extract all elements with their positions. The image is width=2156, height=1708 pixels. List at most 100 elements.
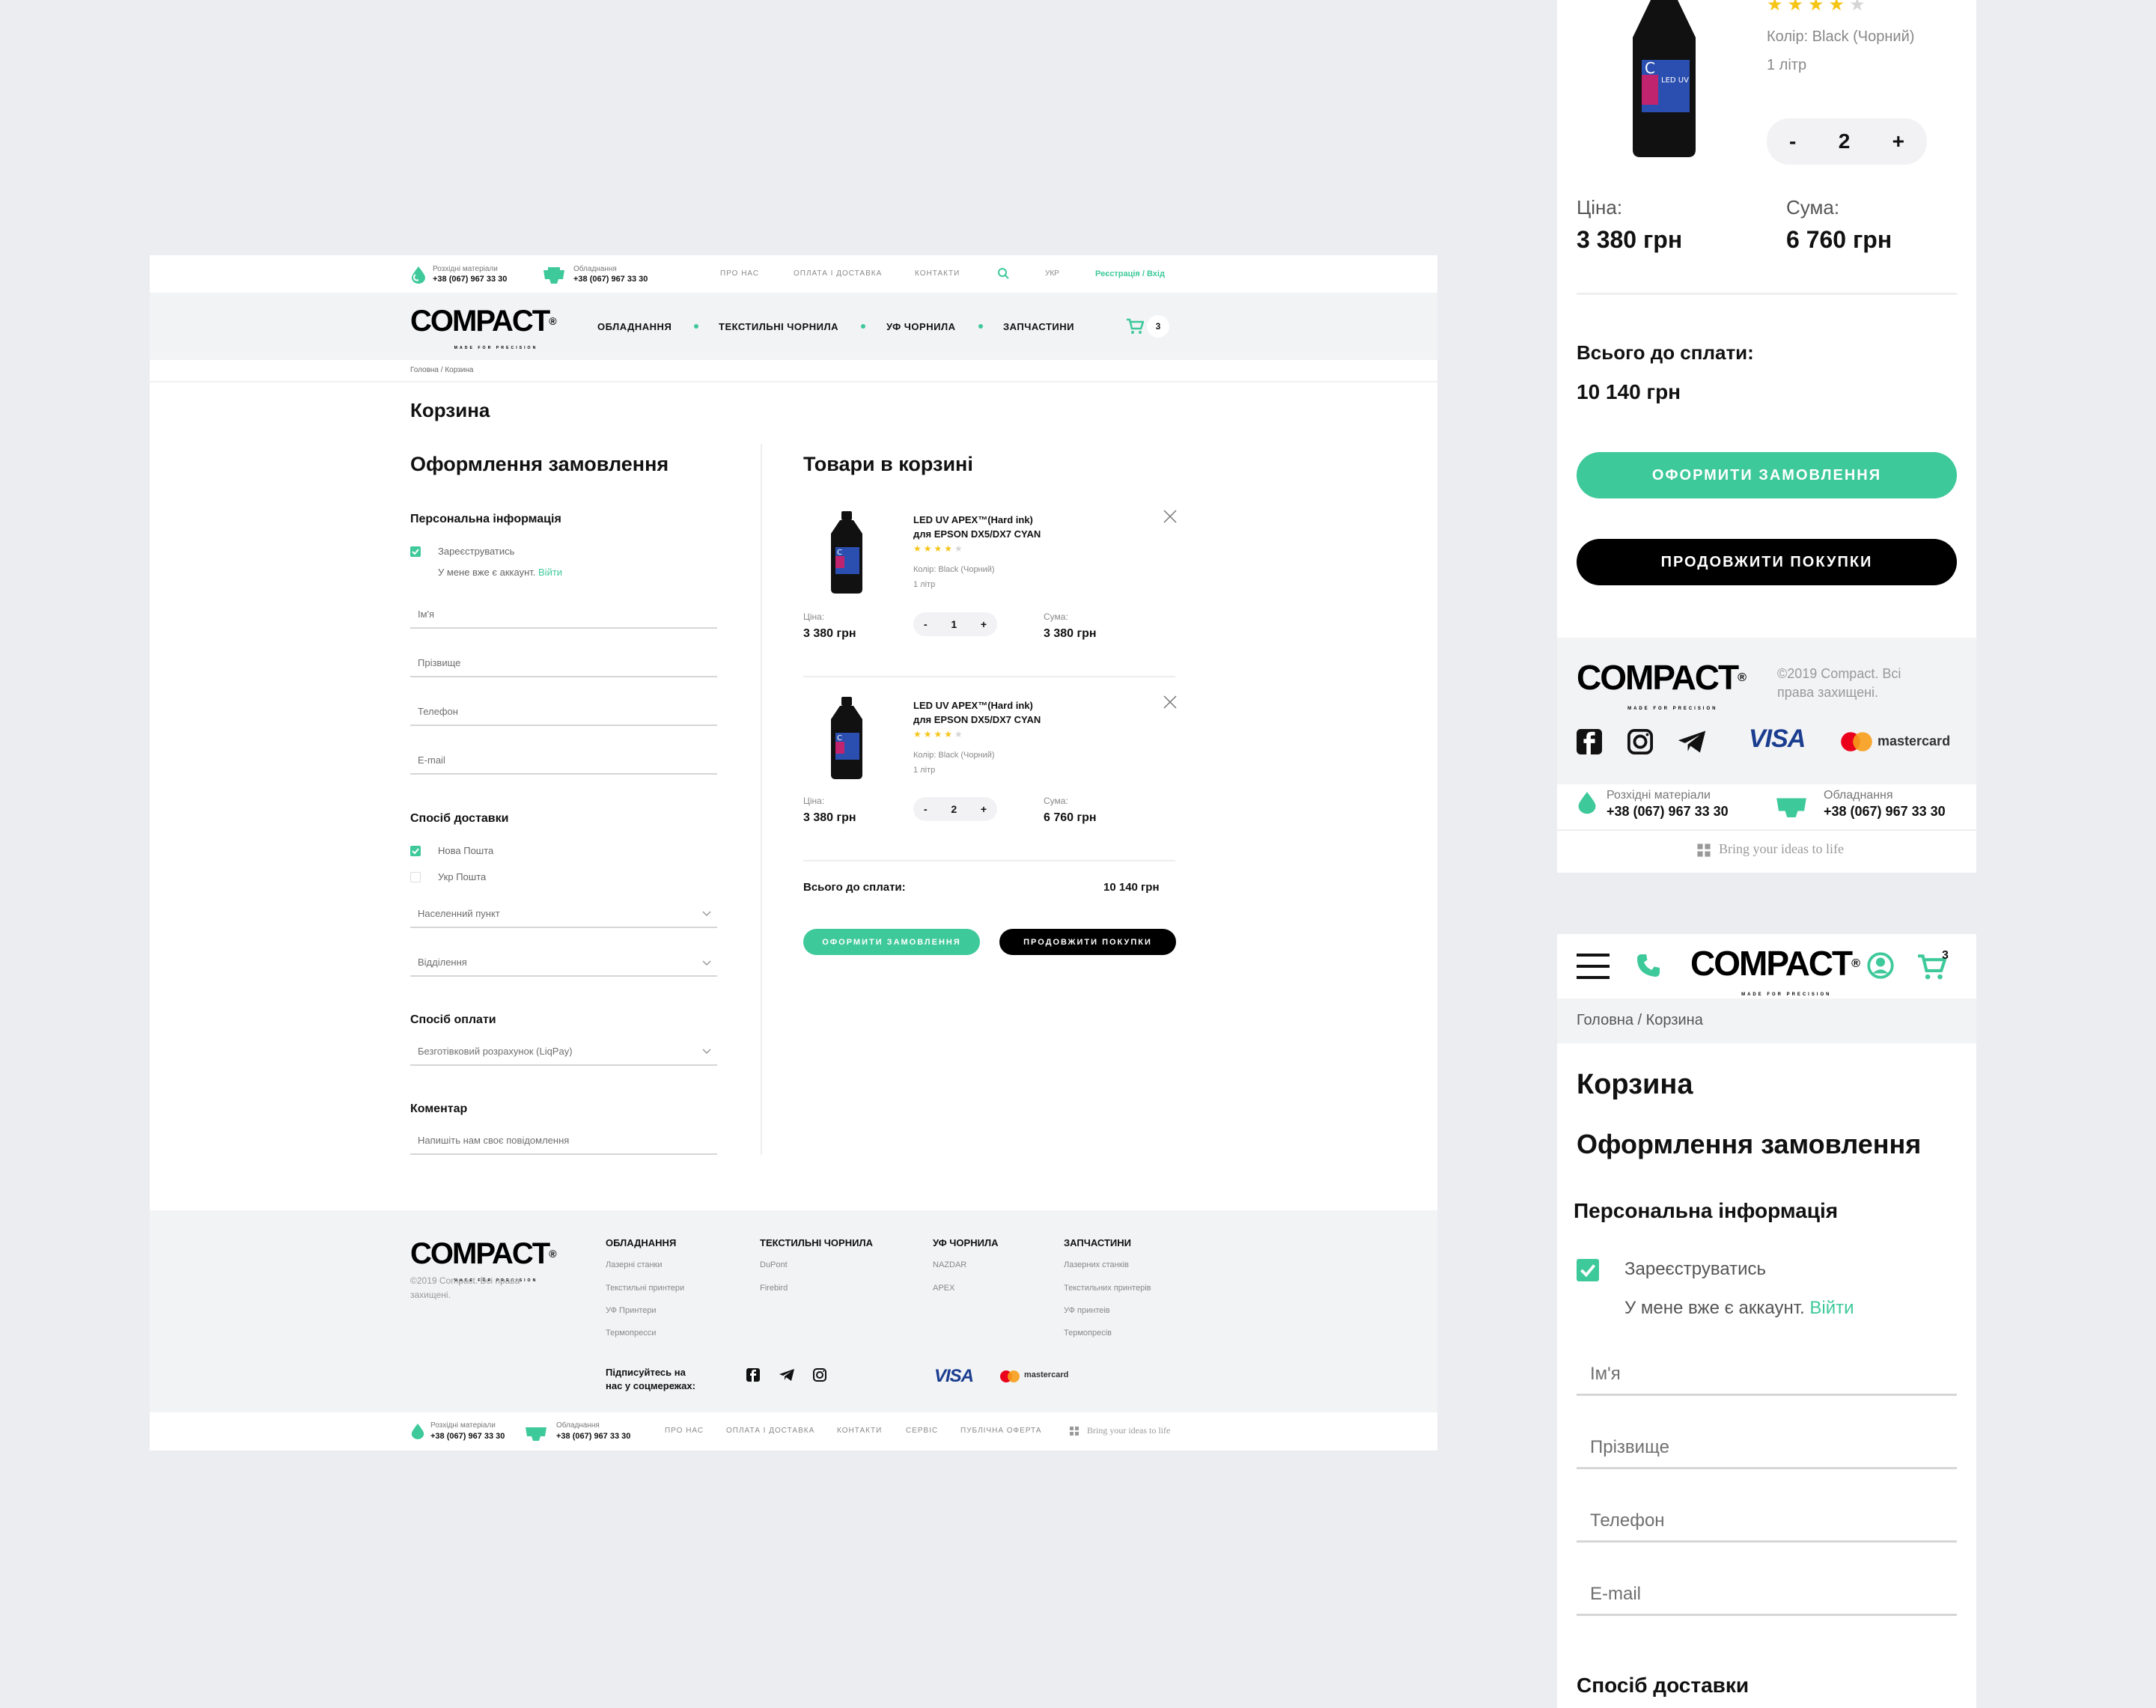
menu-icon[interactable] <box>1577 954 1610 979</box>
plus-button[interactable]: + <box>981 618 987 630</box>
quantity-value[interactable]: 1 <box>951 618 957 630</box>
footer-col-title[interactable]: ОБЛАДНАННЯ <box>606 1237 676 1248</box>
consumables-phone[interactable]: +38 (067) 967 33 30 <box>430 1432 505 1441</box>
checkout-button[interactable]: ОФОРМИТИ ЗАМОВЛЕННЯ <box>803 929 980 955</box>
top-nav-contacts[interactable]: КОНТАКТИ <box>915 269 960 278</box>
logo[interactable]: COMPACT® MADE FOR PRECISION <box>410 306 557 363</box>
continue-shopping-button[interactable]: ПРОДОВЖИТИ ПОКУПКИ <box>999 929 1176 955</box>
footer-col-title[interactable]: ЗАПЧАСТИНИ <box>1064 1237 1131 1248</box>
city-select[interactable]: Населенний пункт <box>418 908 500 919</box>
product-volume: 1 літр <box>1767 57 1807 73</box>
footer-link[interactable]: Термопресси <box>606 1329 656 1338</box>
close-icon[interactable] <box>1163 695 1177 709</box>
total-label: Всього до сплати: <box>803 881 906 894</box>
footer-link[interactable]: Текстильні принтери <box>606 1284 684 1293</box>
footer-link[interactable]: Лазерні станки <box>606 1260 663 1269</box>
footer-link[interactable]: Термопресів <box>1064 1329 1112 1338</box>
nova-poshta-radio[interactable] <box>410 846 421 856</box>
product-image[interactable]: C <box>829 697 864 779</box>
branch-select[interactable]: Відділення <box>418 957 467 968</box>
instagram-icon[interactable] <box>1627 729 1653 754</box>
footer-link[interactable]: DuPont <box>760 1260 788 1269</box>
login-link[interactable]: Війти <box>1809 1298 1854 1318</box>
continue-shopping-button[interactable]: ПРОДОВЖИТИ ПОКУПКИ <box>1577 539 1957 585</box>
email-field[interactable]: E-mail <box>1590 1584 1641 1605</box>
divider <box>150 381 1437 382</box>
close-icon[interactable] <box>1163 510 1177 523</box>
bottom-nav-payment[interactable]: ОПЛАТА І ДОСТАВКА <box>726 1427 814 1435</box>
product-name[interactable]: LED UV APEX™(Hard ink) для EPSON DX5/DX7 … <box>913 698 1041 727</box>
nav-parts[interactable]: ЗАПЧАСТИНИ <box>1003 321 1074 332</box>
top-nav-payment[interactable]: ОПЛАТА І ДОСТАВКА <box>794 269 882 278</box>
printer-icon <box>542 266 566 284</box>
ukr-poshta-radio[interactable] <box>410 872 421 882</box>
top-nav-about[interactable]: ПРО НАС <box>720 269 759 278</box>
footer-link[interactable]: APEX <box>933 1284 954 1293</box>
phone-icon[interactable] <box>1635 952 1662 979</box>
equipment-phone[interactable]: +38 (067) 967 33 30 <box>1824 804 1946 820</box>
total-label: Всього до сплати: <box>1577 341 1754 364</box>
facebook-icon[interactable] <box>1577 729 1602 754</box>
phone-field[interactable]: Телефон <box>1590 1510 1665 1531</box>
comment-input[interactable]: Напишіть нам своє повідомлення <box>418 1135 569 1146</box>
equipment-phone[interactable]: +38 (067) 967 33 30 <box>556 1432 630 1441</box>
surname-field[interactable]: Прізвище <box>1590 1437 1669 1458</box>
footer-link[interactable]: УФ Принтери <box>606 1306 657 1315</box>
rating-stars: ★★★★★ <box>913 543 965 554</box>
consumables-phone[interactable]: +38 (067) 967 33 30 <box>433 275 507 284</box>
bottom-nav-about[interactable]: ПРО НАС <box>665 1427 704 1435</box>
surname-field[interactable]: Прізвище <box>418 657 460 668</box>
footer-link[interactable]: NAZDAR <box>933 1260 966 1269</box>
nav-textile-inks[interactable]: ТЕКСТИЛЬНІ ЧОРНИЛА <box>719 321 838 332</box>
minus-button[interactable]: - <box>924 803 928 815</box>
checkout-button[interactable]: ОФОРМИТИ ЗАМОВЛЕННЯ <box>1577 452 1957 498</box>
instagram-icon[interactable] <box>813 1368 826 1382</box>
plus-button[interactable]: + <box>981 803 987 815</box>
minus-button[interactable]: - <box>1789 129 1796 153</box>
nav-equipment[interactable]: ОБЛАДНАННЯ <box>597 321 672 332</box>
register-checkbox[interactable] <box>1577 1259 1599 1281</box>
main-header: COMPACT® MADE FOR PRECISION ОБЛАДНАННЯ Т… <box>150 293 1437 360</box>
minus-button[interactable]: - <box>924 618 928 630</box>
breadcrumb[interactable]: Головна / Корзина <box>1577 1012 1703 1029</box>
product-name[interactable]: LED UV APEX™(Hard ink) для EPSON DX5/DX7 … <box>913 513 1041 541</box>
breadcrumb[interactable]: Головна / Корзина <box>410 366 473 374</box>
footer-col-title[interactable]: УФ ЧОРНИЛА <box>933 1237 998 1248</box>
name-field[interactable]: Ім'я <box>418 609 434 620</box>
quantity-value[interactable]: 2 <box>1839 129 1851 153</box>
payment-select[interactable]: Безготівковий розрахунок (LiqPay) <box>418 1046 573 1057</box>
slogan: Bring your ideas to life <box>1719 841 1844 856</box>
product-image[interactable]: C LED UV <box>1630 0 1699 157</box>
telegram-icon[interactable] <box>1677 729 1707 754</box>
bottom-nav-service[interactable]: СЕРВІС <box>906 1427 938 1435</box>
cart-icon[interactable] <box>1126 318 1144 335</box>
footer-logo[interactable]: COMPACT® MADE FOR PRECISION <box>1577 660 1747 726</box>
footer-link[interactable]: Текстильних принтерів <box>1064 1284 1151 1293</box>
login-link[interactable]: Війти <box>538 567 562 578</box>
register-checkbox[interactable] <box>410 546 421 557</box>
plus-button[interactable]: + <box>1892 129 1904 153</box>
equipment-label: Обладнання <box>1824 789 1893 802</box>
facebook-icon[interactable] <box>746 1368 760 1382</box>
footer-link[interactable]: Firebird <box>760 1284 788 1293</box>
name-field[interactable]: Ім'я <box>1590 1364 1621 1385</box>
quantity-value[interactable]: 2 <box>951 803 957 815</box>
underline <box>410 725 717 726</box>
telegram-icon[interactable] <box>779 1368 795 1382</box>
chevron-down-icon <box>702 960 711 966</box>
footer-link[interactable]: Лазерних станків <box>1064 1260 1129 1269</box>
consumables-phone[interactable]: +38 (067) 967 33 30 <box>1607 804 1729 820</box>
footer-col-title[interactable]: ТЕКСТИЛЬНІ ЧОРНИЛА <box>760 1237 873 1248</box>
phone-field[interactable]: Телефон <box>418 706 458 717</box>
user-icon[interactable] <box>1867 952 1894 979</box>
email-field[interactable]: E-mail <box>418 754 445 766</box>
footer-link[interactable]: УФ принтеів <box>1064 1306 1110 1315</box>
auth-link[interactable]: Реєстрація / Вхід <box>1095 269 1165 278</box>
nav-uv-inks[interactable]: УФ ЧОРНИЛА <box>886 321 955 332</box>
equipment-phone[interactable]: +38 (067) 967 33 30 <box>573 275 648 284</box>
bottom-nav-contacts[interactable]: КОНТАКТИ <box>837 1427 882 1435</box>
bottom-nav-offer[interactable]: ПУБЛІЧНА ОФЕРТА <box>960 1427 1042 1435</box>
search-icon[interactable] <box>997 267 1009 279</box>
lang-switch[interactable]: УКР <box>1045 269 1059 278</box>
product-image[interactable]: C <box>829 511 864 594</box>
